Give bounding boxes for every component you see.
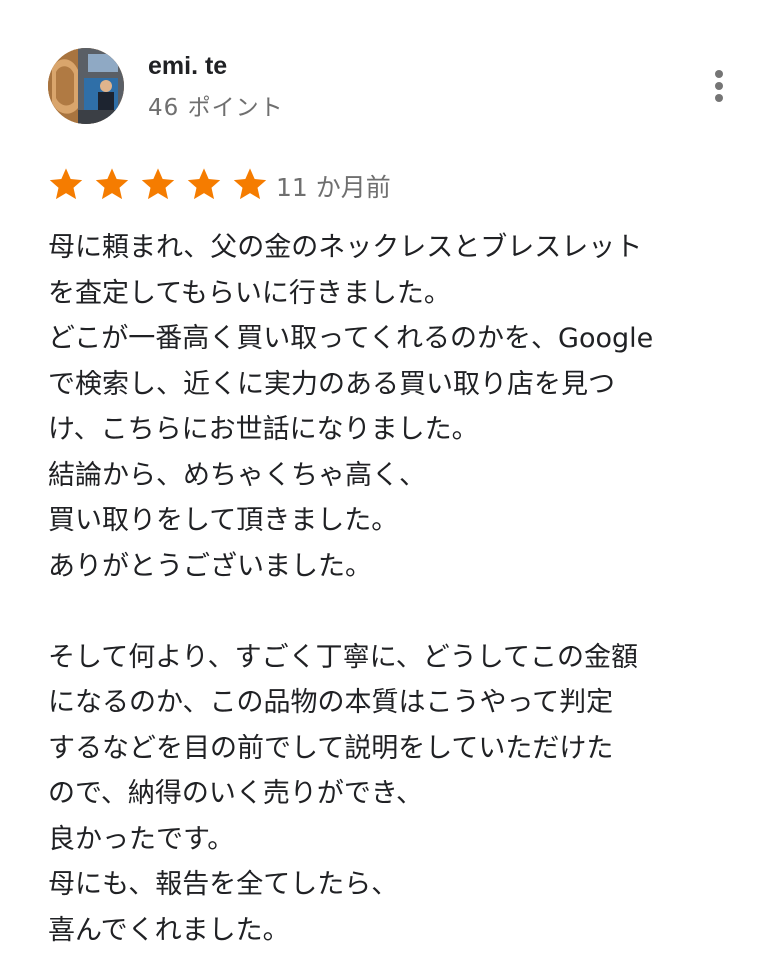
review-text-line: するなどを目の前でして説明をしていただけた [48,732,614,764]
review-text-line: 買い取りをして頂きました。 [48,505,399,536]
review-text-line: 結論から、めちゃくちゃ高く、 [48,459,426,491]
review-text-line: 母にも、報告を全てしたら、 [48,869,399,900]
avatar-photo [48,48,124,124]
review-text: 母に頼まれ、父の金のネックレスとブレスレット を査定してもらいに行きました。どこが… [48,225,738,953]
review-header: emi. te 46 ポイント [48,48,738,124]
review-text-line: で検索し、近くに実力のある買い取り店を見つ [48,368,615,400]
star-icon [49,168,83,200]
review-text-line: を査定してもらいに行きました。 [48,277,451,309]
avatar[interactable] [48,48,124,124]
paragraph-break [48,589,738,635]
author-points: 46 ポイント [148,95,284,121]
star-icon [233,168,267,200]
more-vert-icon-dot [715,94,723,102]
review-text-line: そして何より、すごく丁寧に、どうしてこの金額 [48,641,638,673]
review-card: emi. te 46 ポイント 11 か月前 母に頼まれ、父の金のネックレスとブ… [0,0,770,960]
rating-row: 11 か月前 [48,162,648,208]
star-icon [187,168,221,200]
more-vert-icon [715,70,723,78]
review-text-line: ありがとうございました。 [48,550,372,582]
review-date: 11 か月前 [276,173,391,202]
review-text-line: になるのか、この品物の本質はこうやって判定 [48,687,614,718]
more-options-button[interactable] [704,66,734,106]
review-text-line: 母に頼まれ、父の金のネックレスとブレスレット [48,232,643,263]
review-text-line: 良かったです。 [48,823,235,855]
review-text-line: 喜んでくれました。 [48,914,290,946]
star-icon [141,168,175,200]
review-text-line: け、こちらにお世話になりました。 [48,414,479,445]
review-text-line: ので、納得のいく売りができ、 [48,778,424,809]
more-vert-icon-dot [715,82,723,90]
review-text-line: どこが一番高く買い取ってくれるのかを、Google [48,323,654,354]
star-icon [95,168,129,200]
author-name[interactable]: emi. te [148,52,227,81]
star-rating [48,166,278,204]
